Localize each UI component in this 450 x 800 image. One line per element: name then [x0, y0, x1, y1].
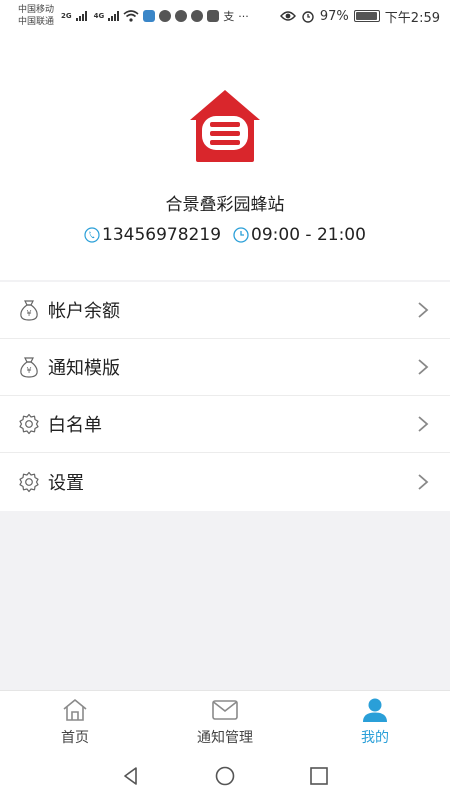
clock-icon — [233, 227, 249, 243]
chevron-right-icon — [418, 416, 429, 432]
station-name: 合景叠彩园蜂站 — [165, 195, 285, 215]
more-notifications: ··· — [238, 9, 249, 23]
business-hours: 09:00 - 21:00 — [251, 225, 366, 245]
carrier-1: 中国移动 — [18, 5, 55, 15]
bottom-tab-bar: 首页 通知管理 我的 — [0, 690, 450, 752]
menu-item-account-balance[interactable]: ¥ 帐户余额 — [0, 282, 450, 339]
menu-item-label: 通知模版 — [48, 358, 120, 379]
tab-notification-management[interactable]: 通知管理 — [150, 691, 300, 752]
recent-apps-icon[interactable] — [308, 765, 330, 787]
mail-icon — [212, 700, 238, 720]
clock: 下午2:59 — [384, 10, 440, 26]
status-left: 中国移动 中国联通 2G 4G 支 ··· — [18, 4, 249, 28]
chevron-right-icon — [418, 302, 429, 318]
phone-icon — [84, 227, 100, 243]
phone-info[interactable]: 13456978219 — [84, 225, 221, 245]
tab-home[interactable]: 首页 — [0, 691, 150, 752]
tiktok-icon — [207, 10, 220, 22]
carrier-names: 中国移动 中国联通 — [18, 4, 54, 28]
network-type-2: 4G — [93, 12, 105, 20]
phone-number: 13456978219 — [102, 225, 222, 245]
menu-item-settings[interactable]: 设置 — [0, 453, 450, 511]
tab-label: 我的 — [361, 730, 389, 746]
signal-icon — [108, 11, 120, 21]
menu-item-label: 白名单 — [48, 415, 102, 436]
alipay-icon: 支 — [223, 10, 235, 23]
chevron-right-icon — [418, 474, 429, 490]
qq-icon — [159, 10, 172, 22]
menu-item-notification-template[interactable]: ¥ 通知模版 — [0, 339, 450, 396]
system-navigation-bar — [0, 752, 450, 800]
chevron-right-icon — [418, 359, 429, 375]
hours-info: 09:00 - 21:00 — [233, 225, 366, 245]
money-bag-icon: ¥ — [18, 356, 40, 378]
gear-icon — [18, 471, 40, 493]
status-bar: 中国移动 中国联通 2G 4G 支 ··· 97% 下午2:59 — [0, 0, 450, 32]
profile-header: 合景叠彩园蜂站 13456978219 09:00 - 21:00 — [0, 32, 450, 280]
user-icon — [363, 698, 387, 722]
settings-menu: ¥ 帐户余额 ¥ 通知模版 白名单 设置 — [0, 282, 450, 511]
app-notification-icon — [191, 10, 204, 22]
tab-label: 首页 — [61, 730, 89, 746]
status-right: 97% 下午2:59 — [279, 7, 440, 26]
station-logo-icon — [190, 90, 260, 162]
svg-text:¥: ¥ — [26, 366, 31, 375]
gear-icon — [18, 413, 40, 435]
svg-text:¥: ¥ — [26, 309, 31, 318]
carrier-2: 中国联通 — [18, 17, 55, 27]
network-type-1: 2G — [61, 12, 72, 20]
home-button-icon[interactable] — [214, 765, 236, 787]
back-icon[interactable] — [120, 765, 142, 787]
tab-label: 通知管理 — [197, 730, 253, 746]
app-notification-icon — [175, 10, 188, 22]
battery-percent: 97% — [319, 8, 349, 24]
eye-icon — [279, 11, 296, 21]
menu-item-whitelist[interactable]: 白名单 — [0, 396, 450, 453]
menu-item-label: 设置 — [48, 473, 84, 494]
signal-icon — [75, 11, 87, 21]
menu-item-label: 帐户余额 — [48, 301, 120, 322]
contact-row: 13456978219 09:00 - 21:00 — [0, 225, 450, 245]
tab-mine[interactable]: 我的 — [300, 691, 450, 752]
app-notification-icon — [143, 10, 156, 22]
alarm-icon — [302, 11, 314, 23]
wifi-icon — [123, 10, 139, 22]
home-icon — [63, 699, 87, 721]
money-bag-icon: ¥ — [18, 299, 40, 321]
battery-icon — [353, 10, 380, 22]
